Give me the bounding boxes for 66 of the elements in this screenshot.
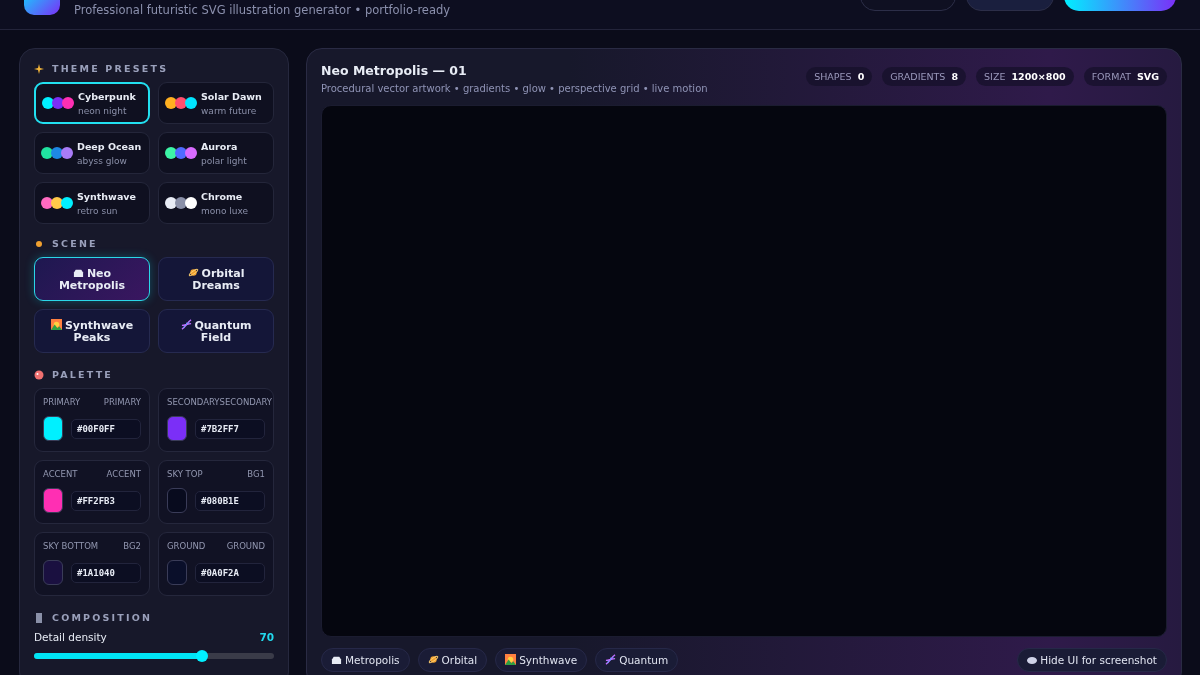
color-swatch[interactable] <box>43 416 63 441</box>
color-tag: PRIMARY <box>103 397 141 407</box>
sparkle-icon <box>34 63 44 74</box>
planet-icon <box>34 238 44 249</box>
hex-input[interactable]: #7B2FF7 <box>195 418 265 439</box>
sunset-icon <box>505 654 517 665</box>
color-tag: SECONDARY <box>219 397 273 407</box>
color-tag: ACCENT <box>106 469 141 479</box>
hex-input[interactable]: #FF2FB3 <box>71 490 141 511</box>
planet-icon <box>187 266 199 278</box>
scene-button[interactable]: Orbital Dreams <box>158 257 274 301</box>
color-tag: GROUND <box>226 541 265 551</box>
stat-pill: SIZE 1200×800 <box>976 67 1074 86</box>
color-label: PRIMARY <box>43 397 81 407</box>
scene-chip[interactable]: Quantum <box>595 648 679 672</box>
color-label: SKY TOP <box>167 469 203 479</box>
theme-preset[interactable]: Aurora polar light <box>158 132 274 174</box>
dna-icon <box>180 318 192 330</box>
section-title: PALETTE <box>52 369 114 380</box>
scene-button[interactable]: Synthwave Peaks <box>34 309 150 353</box>
color-label: ACCENT <box>43 469 78 479</box>
stat-pill: SHAPES 0 <box>806 67 873 86</box>
color-tag: BG1 <box>247 469 265 479</box>
eye-icon <box>1027 657 1038 664</box>
planet-icon <box>427 654 439 665</box>
color-label: SECONDARY <box>167 397 220 407</box>
scene-button[interactable]: Neo Metropolis <box>34 257 150 301</box>
theme-preset[interactable]: Deep Ocean abyss glow <box>34 132 150 174</box>
hide-ui-button[interactable]: Hide UI for screenshot <box>1017 648 1167 672</box>
color-swatch[interactable] <box>167 488 187 513</box>
color-tag: BG2 <box>123 541 141 551</box>
stat-pill: GRADIENTS 8 <box>882 67 967 86</box>
color-swatch[interactable] <box>43 560 63 585</box>
scene-button[interactable]: Quantum Field <box>158 309 274 353</box>
building-icon <box>331 654 342 665</box>
scene-chip[interactable]: Orbital <box>417 648 488 672</box>
hex-input[interactable]: #080B1E <box>195 490 265 511</box>
section-title: SCENE <box>52 238 98 249</box>
section-title: COMPOSITION <box>52 612 153 623</box>
stat-pill: FORMAT SVG <box>1083 67 1167 86</box>
density-slider[interactable] <box>34 653 274 659</box>
theme-preset[interactable]: Cyberpunk neon night <box>34 82 150 124</box>
artwork-title: Neo Metropolis — 01 <box>321 63 468 78</box>
palette-icon <box>34 369 44 380</box>
color-swatch[interactable] <box>167 560 187 585</box>
color-swatch[interactable] <box>167 416 187 441</box>
slider-thumb[interactable] <box>196 650 208 662</box>
scene-chip[interactable]: Synthwave <box>495 648 588 672</box>
app-subtitle: Professional futuristic SVG illustration generator • portfolio-ready <box>74 3 451 19</box>
color-label: SKY BOTTOM <box>43 541 99 551</box>
theme-preset[interactable]: Chrome mono luxe <box>158 182 274 224</box>
slider-label: Detail density <box>34 631 107 643</box>
artwork-subtitle: Procedural vector artwork • gradients • glow • perspective grid • live motion <box>321 83 708 94</box>
section-title: THEME PRESETS <box>52 63 169 74</box>
hex-input[interactable]: #0A0F2A <box>195 562 265 583</box>
color-label: GROUND <box>167 541 206 551</box>
hex-input[interactable]: #00F0FF <box>71 418 141 439</box>
sunset-icon <box>50 318 62 330</box>
bar-icon <box>34 612 44 623</box>
dna-icon <box>605 654 617 665</box>
theme-preset[interactable]: Solar Dawn warm future <box>158 82 274 124</box>
hex-input[interactable]: #1A1040 <box>71 562 141 583</box>
color-swatch[interactable] <box>43 488 63 513</box>
slider-value: 70 <box>259 631 274 643</box>
theme-preset[interactable]: Synthwave retro sun <box>34 182 150 224</box>
scene-chip[interactable]: Metropolis <box>321 648 410 672</box>
